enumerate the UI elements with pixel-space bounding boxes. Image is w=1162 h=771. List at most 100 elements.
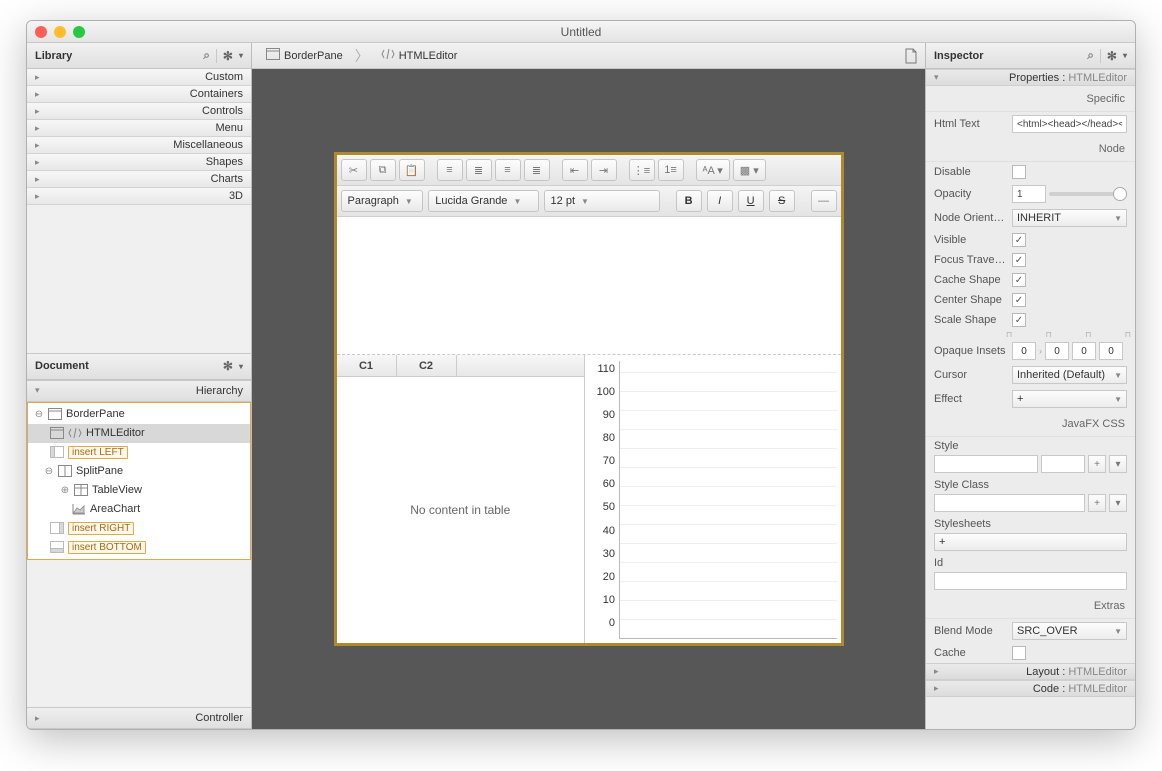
prop-id: Id	[926, 554, 1135, 593]
gear-icon[interactable]: ✻	[223, 49, 233, 63]
style-menu-button[interactable]: ▾	[1109, 455, 1127, 473]
align-justify-button[interactable]: ≣	[524, 159, 550, 181]
search-icon[interactable]: ⌕	[203, 48, 210, 63]
html-text-input[interactable]	[1012, 115, 1127, 133]
focus-traversable-checkbox[interactable]: ✓	[1012, 253, 1026, 267]
editor-content-area[interactable]	[337, 217, 841, 354]
table-col-c1[interactable]: C1	[337, 355, 397, 376]
opacity-slider[interactable]	[1049, 192, 1127, 196]
style-value-input[interactable]	[1041, 455, 1085, 473]
cursor-select[interactable]: Inherited (Default)▼	[1012, 366, 1127, 384]
align-right-button[interactable]: ≡	[495, 159, 521, 181]
library-category-controls[interactable]: ▸Controls	[27, 103, 251, 120]
prop-blend-mode: Blend Mode SRC_OVER▼	[926, 619, 1135, 643]
table-col-c2[interactable]: C2	[397, 355, 457, 376]
properties-section[interactable]: ▾ Properties : HTMLEditor	[926, 69, 1135, 86]
inset-left-input[interactable]	[1099, 342, 1123, 360]
design-canvas[interactable]: ✂ ⧉ 📋 ≡ ≣ ≡ ≣ ⇤ ⇥ ⋮≡	[334, 152, 844, 646]
tree-htmleditor[interactable]: HTMLEditor	[28, 424, 250, 443]
prop-disable: Disable	[926, 162, 1135, 182]
hierarchy-header[interactable]: ▾ Hierarchy	[27, 380, 251, 402]
document-icon[interactable]	[903, 48, 919, 64]
blend-mode-select[interactable]: SRC_OVER▼	[1012, 622, 1127, 640]
editor-toolbar-2: Paragraph▼ Lucida Grande▼ 12 pt▼ B I U S…	[337, 186, 841, 217]
italic-button[interactable]: I	[707, 190, 733, 212]
breadcrumb-separator: 〉	[355, 46, 369, 66]
opacity-input[interactable]	[1012, 185, 1046, 203]
slider-thumb[interactable]	[1113, 187, 1127, 201]
areachart-preview[interactable]: 110 100 90 80 70 60 50 40 30 20 10	[585, 355, 841, 643]
cache-shape-checkbox[interactable]: ✓	[1012, 273, 1026, 287]
search-icon[interactable]: ⌕	[1087, 48, 1094, 63]
inset-bottom-input[interactable]	[1072, 342, 1096, 360]
breadcrumb-borderpane[interactable]: BorderPane	[258, 46, 351, 65]
id-input[interactable]	[934, 572, 1127, 590]
font-size-select[interactable]: 12 pt▼	[544, 190, 660, 212]
layout-section[interactable]: ▸ Layout : HTMLEditor	[926, 663, 1135, 680]
align-left-button[interactable]: ≡	[437, 159, 463, 181]
gear-icon[interactable]: ✻	[1107, 49, 1117, 63]
paste-button[interactable]: 📋	[399, 159, 425, 181]
style-class-input[interactable]	[934, 494, 1085, 512]
library-category-3d[interactable]: ▸3D	[27, 188, 251, 205]
align-center-button[interactable]: ≣	[466, 159, 492, 181]
library-category-containers[interactable]: ▸Containers	[27, 86, 251, 103]
prop-cache-shape: Cache Shape ✓	[926, 270, 1135, 290]
style-key-input[interactable]	[934, 455, 1038, 473]
style-add-button[interactable]: +	[1088, 455, 1106, 473]
foreground-color-button[interactable]: ᴬA ▾	[696, 159, 730, 181]
inset-link-icons: ⊓⊓⊓⊓	[926, 330, 1135, 339]
scale-shape-checkbox[interactable]: ✓	[1012, 313, 1026, 327]
tree-tableview[interactable]: ⊕ TableView	[28, 481, 250, 500]
prop-scale-shape: Scale Shape ✓	[926, 310, 1135, 330]
tree-areachart[interactable]: AreaChart	[28, 500, 250, 519]
chart-plot-area	[619, 361, 837, 639]
node-orientation-select[interactable]: INHERIT▼	[1012, 209, 1127, 227]
library-category-custom[interactable]: ▸Custom	[27, 69, 251, 86]
tree-splitpane[interactable]: ⊖ SplitPane	[28, 462, 250, 481]
copy-button[interactable]: ⧉	[370, 159, 396, 181]
strikethrough-button[interactable]: S	[769, 190, 795, 212]
gear-icon[interactable]: ✻	[223, 359, 233, 373]
effect-select[interactable]: +▼	[1012, 390, 1127, 408]
style-class-add-button[interactable]: +	[1088, 494, 1106, 512]
design-canvas-background[interactable]: ✂ ⧉ 📋 ≡ ≣ ≡ ≣ ⇤ ⇥ ⋮≡	[252, 69, 925, 729]
tree-insert-left[interactable]: insert LEFT	[28, 443, 250, 462]
library-category-menu[interactable]: ▸Menu	[27, 120, 251, 137]
underline-button[interactable]: U	[738, 190, 764, 212]
center-shape-checkbox[interactable]: ✓	[1012, 293, 1026, 307]
inset-top-input[interactable]	[1012, 342, 1036, 360]
number-list-button[interactable]: 1≡	[658, 159, 684, 181]
cut-button[interactable]: ✂	[341, 159, 367, 181]
tree-borderpane[interactable]: ⊖ BorderPane	[28, 405, 250, 424]
chevron-down-icon: ▾	[239, 362, 243, 371]
app-window: Untitled Library ⌕ ✻▾ ▸Custom ▸Container…	[26, 20, 1136, 730]
font-family-select[interactable]: Lucida Grande▼	[428, 190, 538, 212]
tableview-icon	[74, 484, 88, 496]
disable-checkbox[interactable]	[1012, 165, 1026, 179]
tableview-preview[interactable]: C1 C2 No content in table	[337, 355, 586, 643]
code-section[interactable]: ▸ Code : HTMLEditor	[926, 680, 1135, 697]
library-category-shapes[interactable]: ▸Shapes	[27, 154, 251, 171]
library-category-miscellaneous[interactable]: ▸Miscellaneous	[27, 137, 251, 154]
indent-button[interactable]: ⇥	[591, 159, 617, 181]
titlebar: Untitled	[27, 21, 1135, 43]
library-header: Library ⌕ ✻▾	[27, 43, 251, 69]
stylesheets-button[interactable]: +	[934, 533, 1127, 551]
chevron-down-icon: ▾	[1123, 51, 1127, 60]
background-color-button[interactable]: ▩ ▾	[733, 159, 766, 181]
bold-button[interactable]: B	[676, 190, 702, 212]
style-class-menu-button[interactable]: ▾	[1109, 494, 1127, 512]
tree-insert-right[interactable]: insert RIGHT	[28, 519, 250, 538]
controller-header[interactable]: ▸ Controller	[27, 707, 251, 729]
bullet-list-button[interactable]: ⋮≡	[629, 159, 655, 181]
visible-checkbox[interactable]: ✓	[1012, 233, 1026, 247]
paragraph-select[interactable]: Paragraph▼	[341, 190, 424, 212]
breadcrumb-htmleditor[interactable]: HTMLEditor	[373, 46, 466, 65]
inset-right-input[interactable]	[1045, 342, 1069, 360]
cache-checkbox[interactable]	[1012, 646, 1026, 660]
tree-insert-bottom[interactable]: insert BOTTOM	[28, 538, 250, 557]
hr-button[interactable]: ―	[811, 190, 837, 212]
outdent-button[interactable]: ⇤	[562, 159, 588, 181]
library-category-charts[interactable]: ▸Charts	[27, 171, 251, 188]
